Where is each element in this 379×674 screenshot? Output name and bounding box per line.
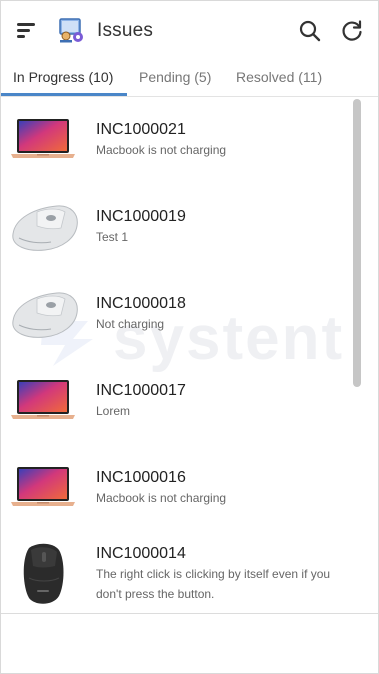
issue-description: Macbook is not charging <box>96 491 227 505</box>
mouse-icon <box>12 205 78 251</box>
active-tab-indicator <box>1 93 127 96</box>
search-icon[interactable] <box>297 18 323 44</box>
laptop-icon <box>11 467 75 506</box>
issue-id: INC1000016 <box>96 469 186 486</box>
refresh-icon[interactable] <box>339 18 365 44</box>
issues-app-logo-icon <box>59 18 83 43</box>
issue-id: INC1000018 <box>96 295 186 312</box>
issue-id: INC1000021 <box>96 121 186 138</box>
hamburger-menu-icon[interactable] <box>15 20 37 42</box>
scrollbar-thumb[interactable] <box>353 99 361 387</box>
issue-description: Macbook is not charging <box>96 143 227 157</box>
list-item[interactable]: INC1000018 Not charging <box>1 271 350 358</box>
laptop-icon <box>11 119 75 158</box>
issue-description: Test 1 <box>96 230 129 244</box>
app-frame: Issues In Progress (10) Pending (5) Reso… <box>0 0 379 674</box>
issue-description: Not charging <box>96 317 165 331</box>
issue-id: INC1000019 <box>96 208 186 225</box>
mouse-icon <box>12 292 78 338</box>
list-item[interactable]: INC1000014 The right click is clicking b… <box>1 532 350 613</box>
tab-pending[interactable]: Pending (5) <box>139 69 211 85</box>
issue-status-tabs: In Progress (10) Pending (5) Resolved (1… <box>1 59 378 97</box>
list-item[interactable]: INC1000016 Macbook is not charging <box>1 445 350 532</box>
issue-id: INC1000014 <box>96 545 186 562</box>
list-item[interactable]: INC1000017 Lorem <box>1 358 350 445</box>
list-item[interactable]: INC1000019 Test 1 <box>1 184 350 271</box>
tab-in-progress[interactable]: In Progress (10) <box>13 69 113 85</box>
black-mouse-icon <box>23 543 64 604</box>
laptop-icon <box>11 380 75 419</box>
tab-resolved[interactable]: Resolved (11) <box>236 69 322 85</box>
issue-id: INC1000017 <box>96 382 186 399</box>
issue-description: The right click is clicking by itself ev… <box>96 567 331 601</box>
app-header: Issues <box>1 1 378 59</box>
bottom-bar <box>1 613 378 673</box>
issue-list: INC1000021 Macbook is not charging INC10… <box>1 97 350 613</box>
page-title: Issues <box>97 20 154 41</box>
issue-description: Lorem <box>96 404 131 418</box>
list-item[interactable]: INC1000021 Macbook is not charging <box>1 97 350 184</box>
